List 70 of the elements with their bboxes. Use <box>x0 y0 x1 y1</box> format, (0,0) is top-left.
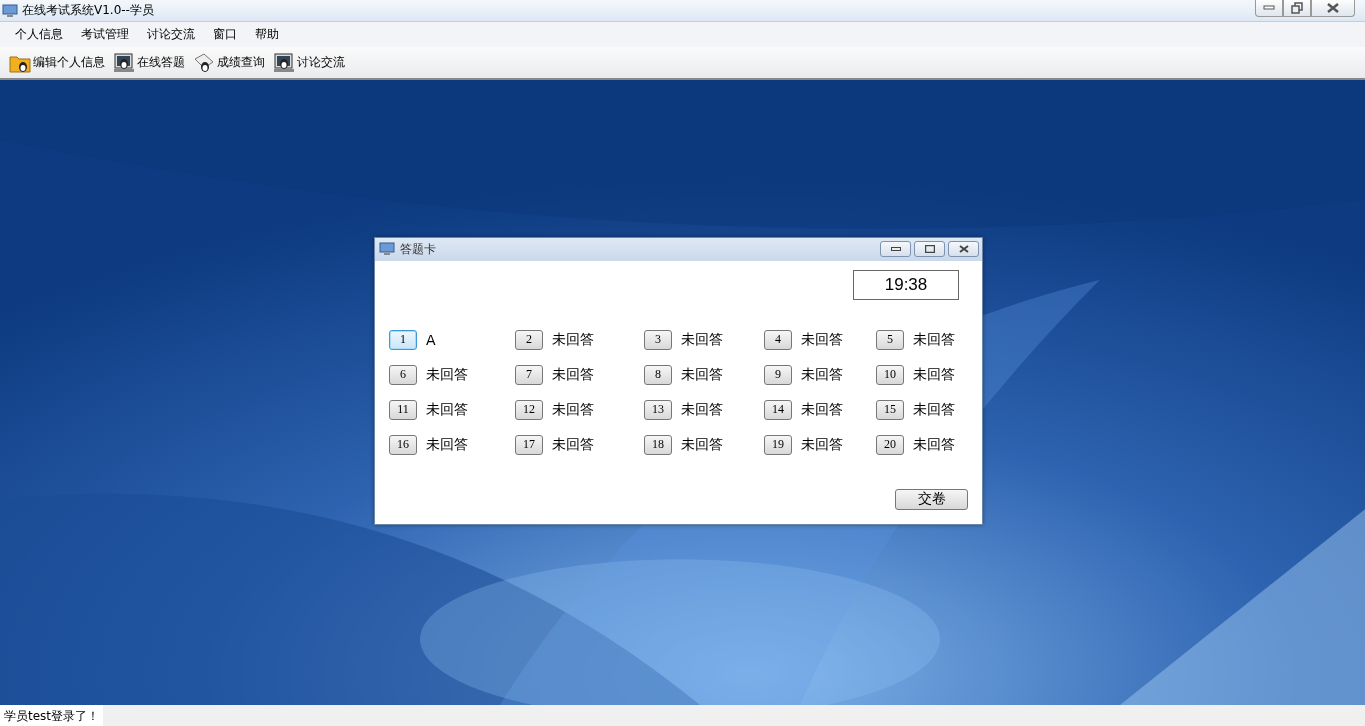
answer-text: 未回答 <box>681 330 723 349</box>
paper-icon <box>193 52 215 73</box>
question-button[interactable]: 13 <box>644 399 672 420</box>
computer-icon <box>113 52 135 73</box>
question-button[interactable]: 18 <box>644 434 672 455</box>
answer-text: 未回答 <box>913 435 955 454</box>
answer-text: 未回答 <box>913 330 955 349</box>
question-button[interactable]: 1 <box>389 329 417 350</box>
question-button[interactable]: 6 <box>389 364 417 385</box>
answer-text: 未回答 <box>913 400 955 419</box>
question-button[interactable]: 16 <box>389 434 417 455</box>
question-button[interactable]: 19 <box>764 434 792 455</box>
answer-text: 未回答 <box>426 435 468 454</box>
close-button[interactable] <box>1311 0 1355 17</box>
toolbar-button[interactable]: 在线答题 <box>112 50 186 75</box>
question-button[interactable]: 4 <box>764 329 792 350</box>
toolbar-button[interactable]: 成绩查询 <box>192 50 266 75</box>
question-button[interactable]: 15 <box>876 399 904 420</box>
question-button[interactable]: 14 <box>764 399 792 420</box>
maximize-icon <box>924 245 935 253</box>
answer-text: 未回答 <box>681 435 723 454</box>
menu-item[interactable]: 讨论交流 <box>138 23 204 46</box>
answer-text: 未回答 <box>801 400 843 419</box>
answer-text: 未回答 <box>426 400 468 419</box>
answer-text: 未回答 <box>552 330 594 349</box>
close-button[interactable] <box>948 241 979 257</box>
answer-text: 未回答 <box>552 400 594 419</box>
answer-text: 未回答 <box>801 365 843 384</box>
question-button[interactable]: 8 <box>644 364 672 385</box>
minimize-icon <box>890 247 901 251</box>
toolbar-button[interactable]: 编辑个人信息 <box>8 50 106 75</box>
question-button[interactable]: 7 <box>515 364 543 385</box>
window-title: 在线考试系统V1.0--学员 <box>22 2 154 19</box>
close-icon <box>1327 3 1339 13</box>
question-button[interactable]: 12 <box>515 399 543 420</box>
menu-item[interactable]: 窗口 <box>204 23 246 46</box>
restore-icon <box>1291 2 1303 14</box>
question-button[interactable]: 2 <box>515 329 543 350</box>
timer-display: 19:38 <box>853 269 959 300</box>
question-button[interactable]: 17 <box>515 434 543 455</box>
answer-text: A <box>426 331 436 348</box>
question-button[interactable]: 5 <box>876 329 904 350</box>
question-button[interactable]: 3 <box>644 329 672 350</box>
app-icon <box>2 3 18 18</box>
question-button[interactable]: 11 <box>389 399 417 420</box>
status-text: 学员test登录了！ <box>0 705 104 726</box>
dialog-title: 答题卡 <box>400 240 436 258</box>
menu-item[interactable]: 个人信息 <box>6 23 72 46</box>
toolbar-button[interactable]: 讨论交流 <box>272 50 346 75</box>
app-icon <box>379 242 395 256</box>
answer-text: 未回答 <box>681 400 723 419</box>
answer-text: 未回答 <box>681 365 723 384</box>
question-button[interactable]: 20 <box>876 434 904 455</box>
menu-item[interactable]: 帮助 <box>246 23 288 46</box>
question-button[interactable]: 9 <box>764 364 792 385</box>
minimize-icon <box>1263 5 1275 11</box>
submit-button[interactable]: 交卷 <box>895 488 968 510</box>
answer-text: 未回答 <box>913 365 955 384</box>
restore-button[interactable] <box>1283 0 1311 17</box>
answer-text: 未回答 <box>552 435 594 454</box>
menu-item[interactable]: 考试管理 <box>72 23 138 46</box>
computer-icon <box>273 52 295 73</box>
answer-text: 未回答 <box>801 330 843 349</box>
answer-text: 未回答 <box>801 435 843 454</box>
maximize-button[interactable] <box>914 241 945 257</box>
minimize-button[interactable] <box>880 241 911 257</box>
answer-text: 未回答 <box>552 365 594 384</box>
answer-text: 未回答 <box>426 365 468 384</box>
close-icon <box>958 245 969 253</box>
question-button[interactable]: 10 <box>876 364 904 385</box>
